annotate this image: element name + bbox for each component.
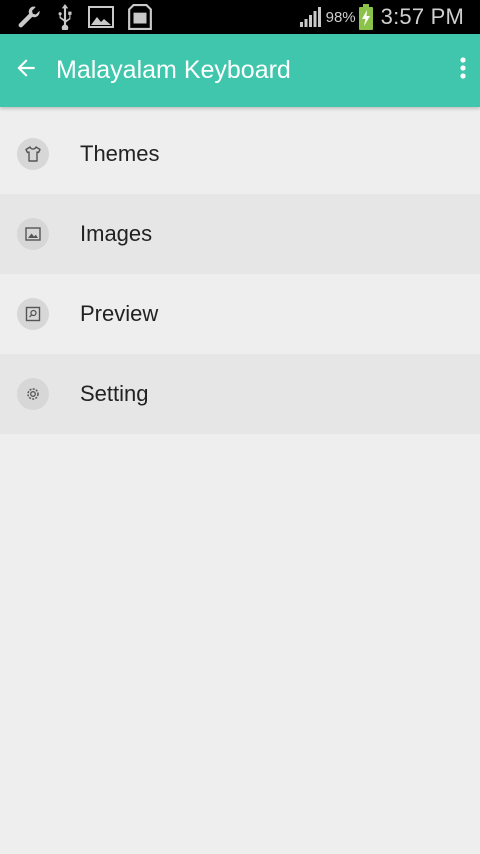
wrench-icon xyxy=(16,4,42,30)
page-title: Malayalam Keyboard xyxy=(56,56,291,84)
menu-item-label: Themes xyxy=(80,141,160,166)
system-status: 98% 3:57 PM xyxy=(299,0,464,34)
menu-item-label: Preview xyxy=(80,301,159,326)
notification-icons xyxy=(0,4,152,30)
clock: 3:57 PM xyxy=(380,4,464,29)
menu-item-themes[interactable]: Themes xyxy=(0,114,480,194)
battery-charging-icon xyxy=(358,4,373,30)
menu-item-images[interactable]: Images xyxy=(0,194,480,274)
overflow-menu-button[interactable] xyxy=(452,48,474,92)
settings-gear-icon xyxy=(17,378,49,410)
back-arrow-icon xyxy=(13,55,39,86)
menu-list: Themes Images Preview Setting xyxy=(0,114,480,434)
menu-item-preview[interactable]: Preview xyxy=(0,274,480,354)
image-icon xyxy=(17,218,49,250)
signal-icon xyxy=(299,4,322,30)
back-button[interactable] xyxy=(4,49,48,93)
gallery-icon xyxy=(88,4,114,30)
menu-item-label: Images xyxy=(80,221,153,246)
app-bar: Malayalam Keyboard xyxy=(0,34,480,107)
status-bar: 98% 3:57 PM xyxy=(0,0,480,34)
more-vert-icon xyxy=(460,56,466,84)
battery-percent: 98% xyxy=(325,8,356,26)
preview-icon xyxy=(17,298,49,330)
sd-card-icon xyxy=(128,4,152,30)
usb-icon xyxy=(56,4,74,30)
menu-item-setting[interactable]: Setting xyxy=(0,354,480,434)
shirt-icon xyxy=(17,138,49,170)
menu-item-label: Setting xyxy=(80,381,149,406)
